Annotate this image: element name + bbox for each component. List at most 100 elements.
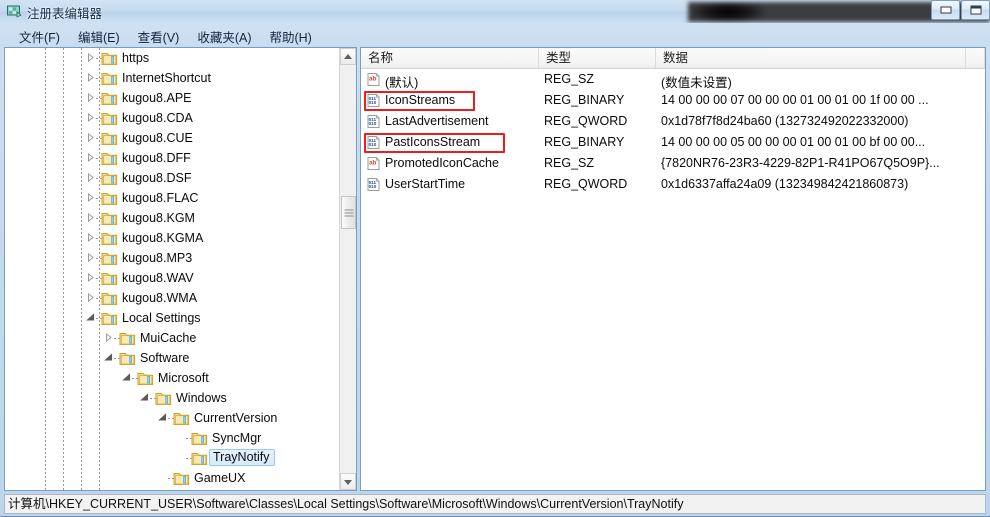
cell-type: REG_QWORD — [544, 114, 628, 128]
tree-scrollbar[interactable] — [339, 48, 356, 490]
tree-node-label: kugou8.FLAC — [122, 191, 199, 205]
folder-icon — [137, 371, 154, 386]
table-row[interactable]: 011 010 LastAdvertisement REG_QWORD 0x1d78f7… — [361, 111, 985, 132]
tree-expander-collapsed-icon[interactable] — [85, 172, 96, 183]
folder-icon — [101, 271, 118, 286]
folder-icon — [101, 91, 118, 106]
registry-tree: https InternetShortcut kugou8.APE kugou8.CD… — [5, 48, 340, 488]
folder-icon — [101, 51, 118, 66]
tree-expander-collapsed-icon[interactable] — [85, 52, 96, 63]
tree-expander-expanded-icon[interactable] — [157, 412, 168, 423]
tree-node[interactable]: InternetShortcut — [5, 68, 340, 88]
cell-type: REG_BINARY — [544, 135, 625, 149]
folder-icon — [119, 331, 136, 346]
tree-node[interactable]: Windows — [5, 388, 340, 408]
tree-node[interactable]: TrayNotify — [5, 448, 340, 468]
tree-node[interactable]: kugou8.CDA — [5, 108, 340, 128]
tree-node-label: TrayNotify — [209, 449, 275, 466]
tree-expander-expanded-icon[interactable] — [121, 372, 132, 383]
tree-expander-collapsed-icon[interactable] — [85, 132, 96, 143]
tree-expander-collapsed-icon[interactable] — [103, 332, 114, 343]
tree-node-label: Software — [140, 351, 190, 365]
folder-icon — [119, 351, 136, 366]
tree-expander-expanded-icon[interactable] — [103, 352, 114, 363]
tree-node[interactable]: kugou8.MP3 — [5, 248, 340, 268]
tree-node[interactable]: kugou8.CUE — [5, 128, 340, 148]
column-type[interactable]: 类型 — [539, 48, 656, 68]
table-row[interactable]: ab (默认) REG_SZ (数值未设置) — [361, 69, 985, 90]
tree-node[interactable]: Local Settings — [5, 308, 340, 328]
tree-node[interactable]: MuiCache — [5, 328, 340, 348]
folder-icon — [191, 431, 208, 446]
tree-node[interactable]: GameUX — [5, 468, 340, 488]
tree-node-label: CurrentVersion — [194, 411, 278, 425]
table-row[interactable]: ab PromotedIconCache REG_SZ {7820NR76-23R3-… — [361, 153, 985, 174]
tree-expander-collapsed-icon[interactable] — [85, 272, 96, 283]
tree-expander-collapsed-icon[interactable] — [85, 252, 96, 263]
folder-icon — [101, 171, 118, 186]
cell-data: 0x1d6337affa24a09 (132349842421860873) — [661, 177, 909, 191]
folder-icon — [101, 151, 118, 166]
tree-node-label: kugou8.MP3 — [122, 251, 193, 265]
folder-icon — [101, 131, 118, 146]
svg-text:010: 010 — [369, 121, 377, 126]
registry-tree-pane[interactable]: https InternetShortcut kugou8.APE kugou8.CD… — [4, 47, 357, 491]
tree-node[interactable]: kugou8.DSF — [5, 168, 340, 188]
cell-name: LastAdvertisement — [385, 114, 489, 128]
folder-icon — [101, 251, 118, 266]
scrollbar-thumb[interactable] — [341, 196, 356, 229]
cell-type: REG_BINARY — [544, 93, 625, 107]
tree-node[interactable]: Software — [5, 348, 340, 368]
tree-node[interactable]: SyncMgr — [5, 428, 340, 448]
column-data[interactable]: 数据 — [656, 48, 966, 68]
folder-icon — [101, 191, 118, 206]
tree-expander-collapsed-icon[interactable] — [85, 92, 96, 103]
tree-node[interactable]: kugou8.WAV — [5, 268, 340, 288]
table-row[interactable]: 011 010 IconStreams REG_BINARY 14 00 00 00 0… — [361, 90, 985, 111]
minimize-button[interactable] — [931, 0, 960, 20]
scroll-down-button[interactable] — [340, 473, 356, 490]
tree-node[interactable]: kugou8.DFF — [5, 148, 340, 168]
cell-name: UserStartTime — [385, 177, 466, 191]
window-title: 注册表编辑器 — [27, 7, 103, 21]
registry-values-pane[interactable]: 名称 类型 数据 ab (默认) REG_SZ (数值未设置) 011 010 IconStre… — [360, 47, 986, 491]
tree-expander-collapsed-icon[interactable] — [85, 112, 96, 123]
status-bar: 计算机\HKEY_CURRENT_USER\Software\Classes\L… — [4, 494, 986, 514]
tree-expander-expanded-icon[interactable] — [139, 392, 150, 403]
maximize-button[interactable] — [961, 0, 990, 20]
tree-expander-collapsed-icon[interactable] — [85, 212, 96, 223]
tree-expander-collapsed-icon[interactable] — [85, 232, 96, 243]
column-name[interactable]: 名称 — [361, 48, 539, 68]
tree-expander-collapsed-icon[interactable] — [85, 292, 96, 303]
tree-node[interactable]: kugou8.KGM — [5, 208, 340, 228]
tree-node-label: SyncMgr — [212, 431, 262, 445]
svg-text:010: 010 — [369, 142, 377, 147]
tree-node[interactable]: kugou8.KGMA — [5, 228, 340, 248]
tree-expander-expanded-icon[interactable] — [85, 312, 96, 323]
tree-node-label: GameUX — [194, 471, 246, 485]
tree-node[interactable]: kugou8.FLAC — [5, 188, 340, 208]
binary-value-icon: 011 010 — [366, 114, 381, 129]
folder-icon — [173, 411, 190, 426]
scroll-up-button[interactable] — [340, 48, 356, 65]
tree-expander-collapsed-icon[interactable] — [85, 192, 96, 203]
tree-expander-collapsed-icon[interactable] — [85, 152, 96, 163]
list-header: 名称 类型 数据 — [361, 48, 985, 69]
table-row[interactable]: 011 010 PastIconsStream REG_BINARY 14 00 00 … — [361, 132, 985, 153]
tree-node[interactable]: kugou8.APE — [5, 88, 340, 108]
tree-node[interactable]: https — [5, 48, 340, 68]
folder-icon — [191, 451, 208, 466]
cell-data: 0x1d78f7f8d24ba60 (132732492022332000) — [661, 114, 909, 128]
tree-node-label: https — [122, 51, 150, 65]
tree-node[interactable]: kugou8.WMA — [5, 288, 340, 308]
binary-value-icon: 011 010 — [366, 93, 381, 108]
tree-node-label: kugou8.KGM — [122, 211, 195, 225]
tree-expander-collapsed-icon[interactable] — [85, 72, 96, 83]
table-row[interactable]: 011 010 UserStartTime REG_QWORD 0x1d6337affa… — [361, 174, 985, 195]
tree-node-label: kugou8.WMA — [122, 291, 198, 305]
folder-icon — [101, 211, 118, 226]
tree-node[interactable]: Microsoft — [5, 368, 340, 388]
registry-editor-icon — [6, 3, 22, 19]
folder-icon — [101, 311, 118, 326]
tree-node[interactable]: CurrentVersion — [5, 408, 340, 428]
